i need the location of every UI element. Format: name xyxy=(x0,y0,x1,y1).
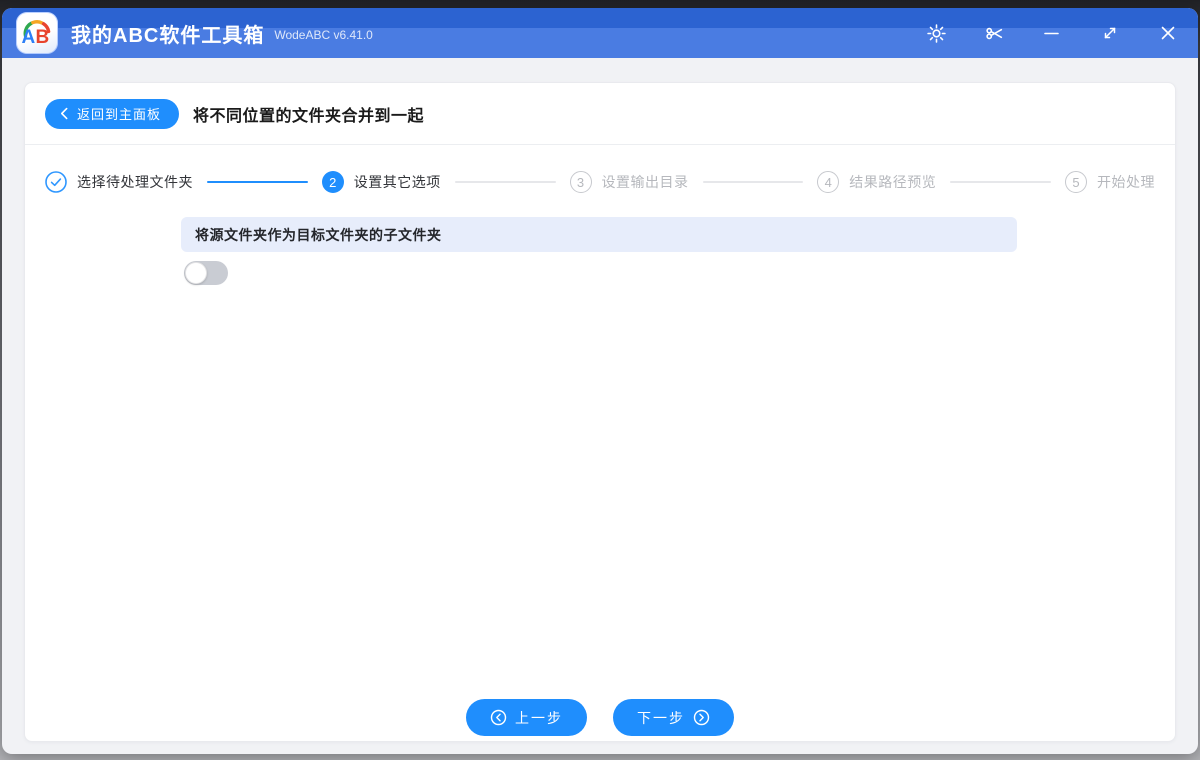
settings-icon[interactable] xyxy=(926,23,946,43)
next-step-button[interactable]: 下一步 xyxy=(613,699,734,736)
option-label: 将源文件夹作为目标文件夹的子文件夹 xyxy=(195,226,442,243)
svg-text:B: B xyxy=(36,27,50,48)
step-4-result-preview: 4 结果路径预览 xyxy=(817,171,936,193)
step-2-set-options: 2 设置其它选项 xyxy=(321,171,441,193)
step-indicator: 选择待处理文件夹 2 设置其它选项 3 设置输出目录 4 结果路径预览 5 开始… xyxy=(25,171,1175,193)
option-row-subfolder: 将源文件夹作为目标文件夹的子文件夹 xyxy=(181,217,1017,252)
app-window: A B 我的ABC软件工具箱 WodeABC v6.41.0 返回到主面板 将不… xyxy=(2,8,1198,754)
step-number: 2 xyxy=(321,171,344,193)
minimize-icon[interactable] xyxy=(1042,23,1062,43)
chevron-left-icon xyxy=(60,107,68,120)
step-label: 开始处理 xyxy=(1097,174,1155,190)
back-to-main-button[interactable]: 返回到主面板 xyxy=(45,98,180,129)
next-button-label: 下一步 xyxy=(637,709,685,726)
app-version: WodeABC v6.41.0 xyxy=(274,28,373,42)
step-connector xyxy=(950,181,1051,183)
step-3-output-dir: 3 设置输出目录 xyxy=(569,171,689,193)
app-title: 我的ABC软件工具箱 xyxy=(71,24,265,47)
svg-text:A: A xyxy=(22,27,36,48)
prev-step-button[interactable]: 上一步 xyxy=(466,699,587,736)
subfolder-toggle[interactable] xyxy=(184,261,228,285)
step-number: 3 xyxy=(569,171,592,193)
step-label: 设置输出目录 xyxy=(601,174,689,190)
main-card: 返回到主面板 将不同位置的文件夹合并到一起 选择待处理文件夹 2 设置其它选项 … xyxy=(24,82,1176,742)
scissors-icon[interactable] xyxy=(984,23,1004,43)
titlebar: A B 我的ABC软件工具箱 WodeABC v6.41.0 xyxy=(2,8,1198,58)
app-logo: A B xyxy=(16,12,58,54)
toggle-knob xyxy=(185,262,207,284)
resize-icon[interactable] xyxy=(1100,23,1120,43)
step-number: 4 xyxy=(817,171,840,193)
step-connector xyxy=(454,181,556,183)
options-panel: 将源文件夹作为目标文件夹的子文件夹 xyxy=(25,193,1175,699)
back-button-label: 返回到主面板 xyxy=(77,107,162,122)
step-connector xyxy=(702,181,804,183)
circle-chevron-left-icon xyxy=(490,709,507,726)
wizard-footer: 上一步 下一步 xyxy=(25,699,1175,741)
logo-graphic: A B xyxy=(22,20,51,48)
step-label: 设置其它选项 xyxy=(353,174,441,190)
step-label: 选择待处理文件夹 xyxy=(77,174,193,190)
circle-chevron-right-icon xyxy=(693,709,710,726)
close-icon[interactable] xyxy=(1158,23,1178,43)
app-body: 返回到主面板 将不同位置的文件夹合并到一起 选择待处理文件夹 2 设置其它选项 … xyxy=(2,58,1198,754)
step-done-check-icon xyxy=(45,171,67,193)
step-1-select-folders: 选择待处理文件夹 xyxy=(45,171,193,193)
step-connector xyxy=(207,181,308,183)
page-title: 将不同位置的文件夹合并到一起 xyxy=(193,107,425,125)
prev-button-label: 上一步 xyxy=(515,709,563,726)
step-5-start-process: 5 开始处理 xyxy=(1065,171,1155,193)
step-number: 5 xyxy=(1065,171,1087,193)
step-label: 结果路径预览 xyxy=(849,174,937,190)
card-header: 返回到主面板 将不同位置的文件夹合并到一起 xyxy=(25,83,1175,145)
